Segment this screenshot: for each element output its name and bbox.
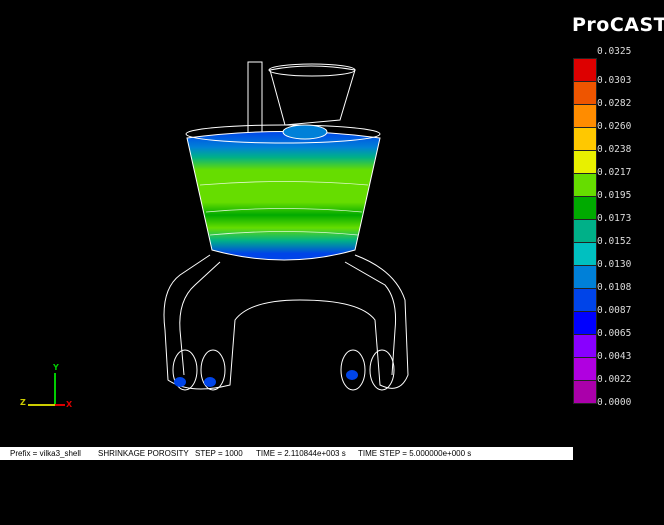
legend-value: 0.0152: [597, 236, 632, 247]
legend-max-value: 0.0325: [597, 46, 632, 57]
x-axis-label: X: [66, 400, 73, 409]
legend-value: 0.0195: [597, 190, 632, 201]
legend-swatch: [573, 219, 597, 243]
status-field: SHRINKAGE POROSITY: [98, 449, 189, 458]
legend-value: 0.0130: [597, 259, 632, 270]
legend-value: 0.0303: [597, 75, 632, 86]
legend-swatch: [573, 150, 597, 174]
legend-value: 0.0282: [597, 98, 632, 109]
legend-swatch: [573, 311, 597, 335]
legend-swatch: [573, 380, 597, 404]
legend-value: 0.0043: [597, 351, 632, 362]
status-time: TIME = 2.110844e+003 s: [256, 449, 346, 458]
status-step: STEP = 1000: [195, 449, 243, 458]
procast-logo: ProCAST: [572, 14, 664, 36]
legend-value: 0.0173: [597, 213, 632, 224]
status-time-step: TIME STEP = 5.000000e+000 s: [358, 449, 472, 458]
legend-swatch: [573, 334, 597, 358]
status-bar: Prefix = vilka3_shell SHRINKAGE POROSITY…: [0, 447, 573, 460]
legend-value: 0.0087: [597, 305, 632, 316]
legend-value: 0.0217: [597, 167, 632, 178]
casting-model: [28, 61, 409, 406]
legend-swatch: [573, 104, 597, 128]
legend-value: 0.0238: [597, 144, 632, 155]
legend-value: 0.0065: [597, 328, 632, 339]
legend-swatch: [573, 357, 597, 381]
legend-swatch: [573, 173, 597, 197]
legend-swatch: [573, 58, 597, 82]
legend-value: 0.0108: [597, 282, 632, 293]
legend-value: 0.0000: [597, 397, 632, 408]
sprue: [247, 61, 263, 141]
status-prefix: Prefix = vilka3_shell: [10, 449, 81, 458]
legend-swatch: [573, 81, 597, 105]
legend-value: 0.0260: [597, 121, 632, 132]
legend-swatch: [573, 196, 597, 220]
legend-swatch: [573, 127, 597, 151]
z-axis-label: Z: [20, 398, 26, 407]
legend-value: 0.0022: [597, 374, 632, 385]
legend-swatch: [573, 265, 597, 289]
y-axis-label: Y: [53, 363, 59, 372]
legend-swatch: [573, 288, 597, 312]
3d-viewport[interactable]: Y Z X: [0, 0, 664, 447]
legend-swatch: [573, 242, 597, 266]
